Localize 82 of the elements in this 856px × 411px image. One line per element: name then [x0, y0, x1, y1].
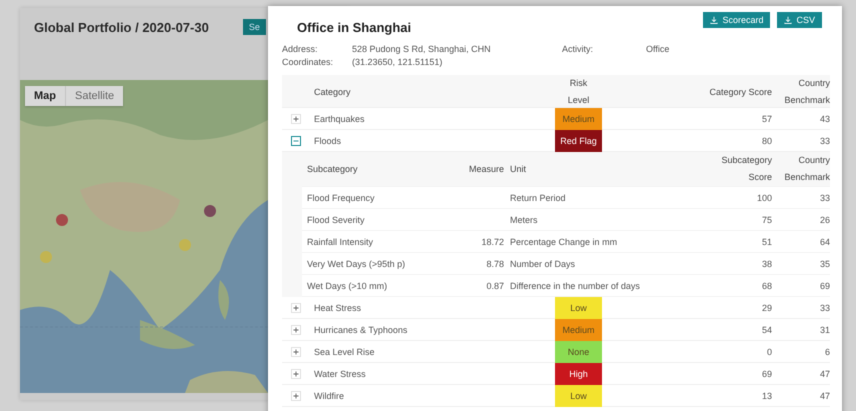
- table-cell-text: 51: [760, 236, 772, 246]
- risk-level-badge: Medium: [555, 108, 602, 130]
- plus-icon[interactable]: [291, 325, 301, 335]
- column-header: Unit: [509, 164, 528, 174]
- detail-value: 528 Pudong S Rd, Shanghai, CHN: [352, 44, 492, 54]
- modal-title: Office in Shanghai: [297, 20, 412, 35]
- table-cell-text: 33: [818, 303, 830, 313]
- table-cell-text: Floods: [313, 136, 342, 146]
- map-type-tab[interactable]: Map: [25, 86, 66, 106]
- table-cell-text: Rainfall Intensity: [306, 236, 374, 246]
- risk-level-badge: Medium: [555, 319, 602, 341]
- column-header: Subcategory Score: [720, 154, 772, 184]
- table-cell-text: 26: [818, 214, 830, 224]
- table-cell-text: Wildfire: [313, 391, 346, 401]
- table-cell-text: 38: [760, 258, 772, 268]
- detail-value: Office: [646, 44, 670, 54]
- table-cell-text: 0: [766, 347, 772, 357]
- table-cell-text: 57: [760, 114, 772, 124]
- table-cell-text: Meters: [509, 214, 539, 224]
- table-cell-text: Difference in the number of days: [509, 280, 641, 290]
- table-cell-text: 68: [760, 280, 772, 290]
- column-header: Country Benchmark: [783, 154, 830, 184]
- page-button[interactable]: Se: [242, 19, 266, 35]
- table-cell-text: 69: [760, 369, 772, 379]
- table-cell-text: Return Period: [509, 192, 567, 202]
- table-cell: 8.78: [486, 258, 504, 268]
- table-cell-text: Percentage Change in mm: [509, 236, 618, 246]
- table-cell-text: 100: [756, 192, 772, 202]
- minus-icon[interactable]: [291, 136, 301, 146]
- download-button[interactable]: CSV: [777, 12, 822, 28]
- table-cell-text: 13: [760, 391, 772, 401]
- table-cell-text: 29: [760, 303, 772, 313]
- table-cell-text: 33: [818, 192, 830, 202]
- table-cell-text: 80: [760, 136, 772, 146]
- column-header: Country Benchmark: [783, 77, 830, 107]
- table-cell: 18.72: [481, 236, 504, 246]
- download-icon: [784, 16, 792, 24]
- table-cell-text: Sea Level Rise: [313, 347, 376, 357]
- table-cell-text: 69: [818, 280, 830, 290]
- risk-level-badge: None: [555, 341, 602, 363]
- table-cell-text: Earthquakes: [313, 114, 366, 124]
- download-icon: [710, 16, 718, 24]
- table-cell-text: Very Wet Days (>95th p): [306, 258, 406, 268]
- plus-icon[interactable]: [291, 391, 301, 401]
- detail-value: (31.23650, 121.51151): [352, 57, 444, 67]
- table-cell-text: 35: [818, 258, 830, 268]
- table-cell-text: 54: [760, 325, 772, 335]
- column-header: Category Score: [708, 87, 772, 97]
- column-header: Subcategory: [306, 164, 359, 174]
- risk-level-badge: Low: [555, 297, 602, 319]
- table-cell-text: 47: [818, 391, 830, 401]
- table-cell-text: 64: [818, 236, 830, 246]
- download-button[interactable]: Scorecard: [703, 12, 770, 28]
- table-cell-text: Number of Days: [509, 258, 576, 268]
- risk-level-badge: Low: [555, 385, 602, 407]
- risk-level-badge: High: [555, 363, 602, 385]
- column-header: Measure: [468, 164, 504, 174]
- table-cell-text: 6: [824, 347, 830, 357]
- table-cell-text: 31: [818, 325, 830, 335]
- plus-icon[interactable]: [291, 347, 301, 357]
- table-cell-text: Flood Severity: [306, 214, 366, 224]
- table-cell: 0.87: [486, 280, 504, 290]
- table-cell-text: 75: [760, 214, 772, 224]
- risk-level-badge: Red Flag: [555, 130, 602, 152]
- table-cell-text: 43: [818, 114, 830, 124]
- detail-label: Address:: [282, 44, 319, 54]
- plus-icon[interactable]: [291, 303, 301, 313]
- table-cell-text: Heat Stress: [313, 303, 362, 313]
- table-cell-text: Flood Frequency: [306, 192, 376, 202]
- page-title: Global Portfolio / 2020-07-30: [34, 20, 209, 34]
- table-cell-text: 47: [818, 369, 830, 379]
- detail-label: Activity:: [562, 44, 594, 54]
- table-cell-text: 33: [818, 136, 830, 146]
- detail-label: Coordinates:: [282, 57, 334, 67]
- plus-icon[interactable]: [291, 369, 301, 379]
- plus-icon[interactable]: [291, 114, 301, 124]
- table-cell-text: Hurricanes & Typhoons: [313, 325, 408, 335]
- table-cell-text: Wet Days (>10 mm): [306, 280, 388, 290]
- column-header: Risk Level: [566, 77, 590, 107]
- table-cell-text: Water Stress: [313, 369, 367, 379]
- column-header: Category: [313, 87, 352, 97]
- map-type-tab[interactable]: Satellite: [66, 86, 124, 106]
